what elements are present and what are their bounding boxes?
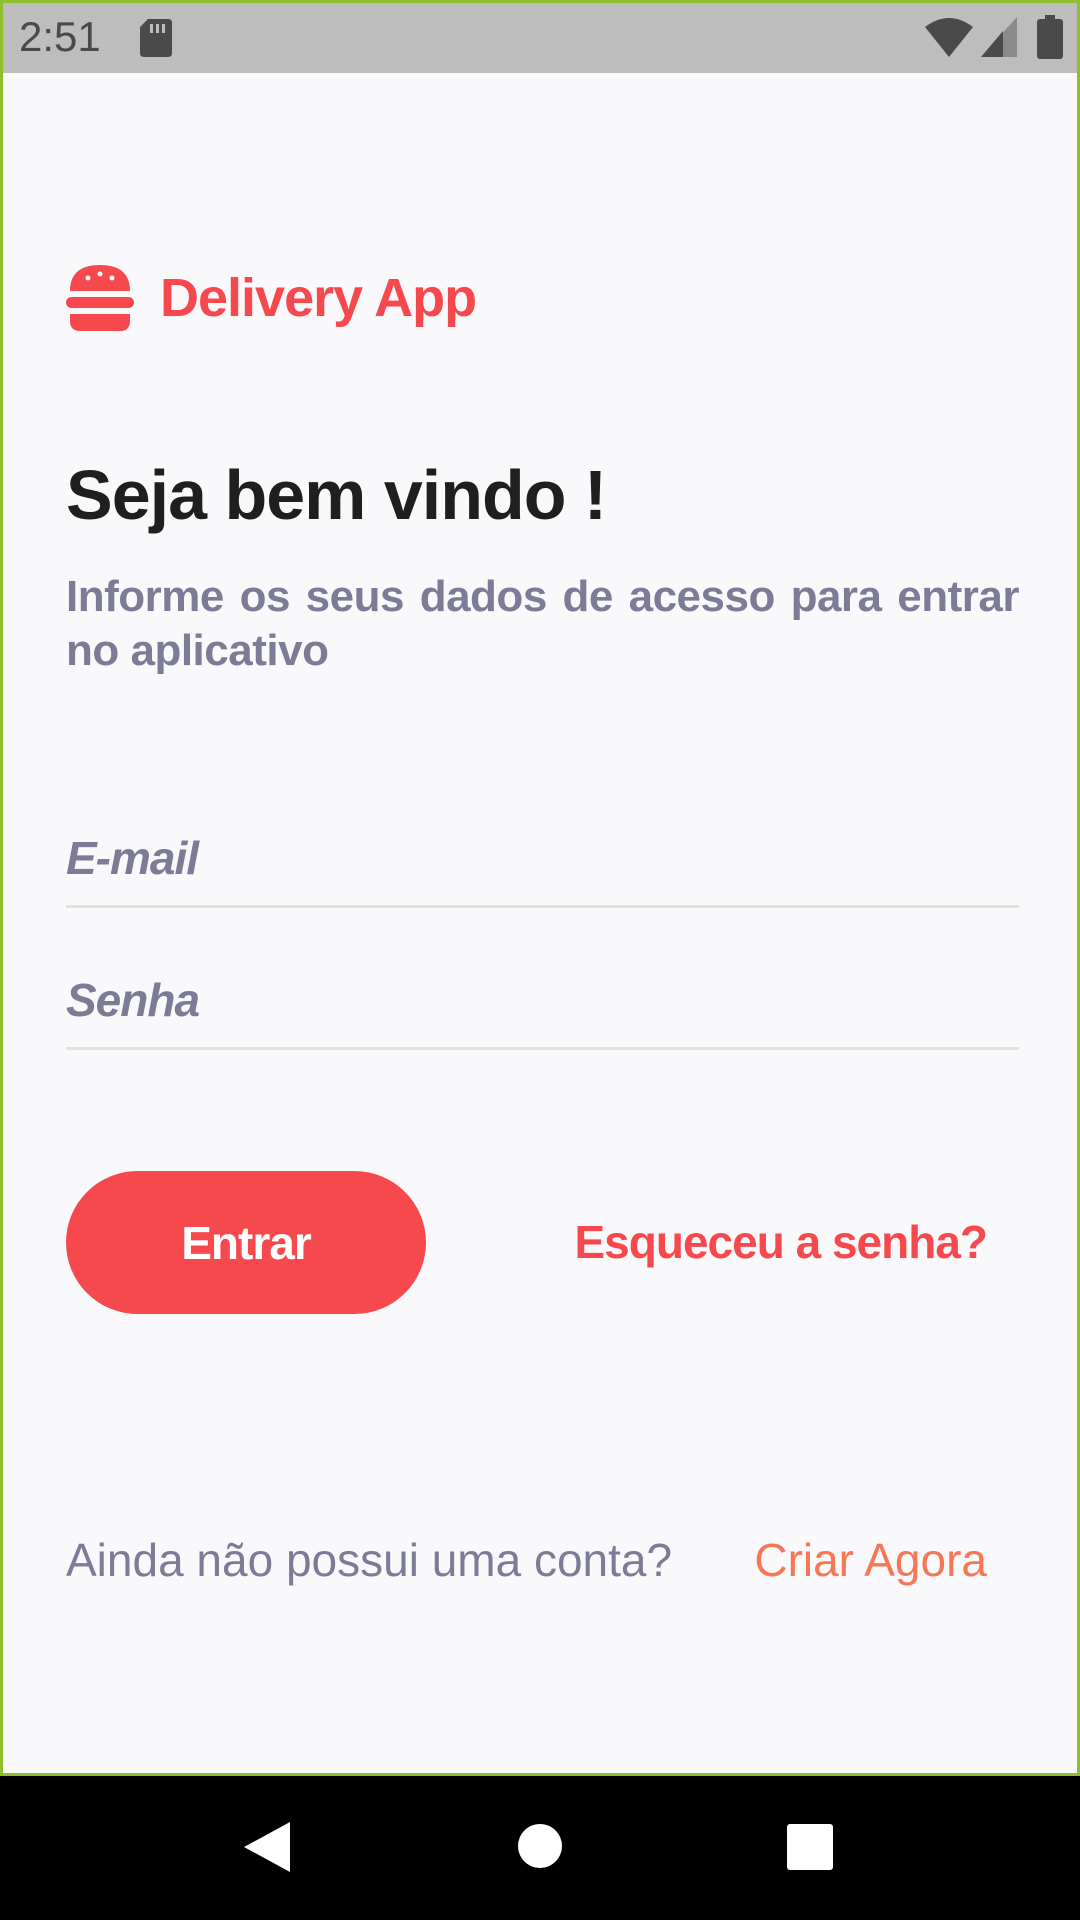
sd-card-icon (140, 19, 172, 57)
page-subtitle: Informe os seus dados de acesso para ent… (66, 572, 1020, 675)
status-time: 2:51 (19, 13, 101, 60)
page-title: Seja bem vindo ! (66, 456, 607, 534)
app-screen: 2:51 Delivery App Seja bem vindo ! Infor… (0, 0, 1080, 1776)
back-icon[interactable] (244, 1822, 290, 1872)
brand-header: Delivery App (66, 263, 477, 333)
navigation-bar (0, 1776, 1080, 1920)
wifi-icon (925, 18, 973, 57)
email-field[interactable] (66, 811, 1019, 905)
email-field-container (66, 811, 1019, 908)
login-button[interactable]: Entrar (66, 1171, 426, 1314)
burger-icon (66, 265, 134, 331)
signup-prompt: Ainda não possui uma conta? (66, 1534, 673, 1586)
home-icon[interactable] (518, 1824, 562, 1868)
status-bar: 2:51 (3, 3, 1077, 73)
password-field[interactable] (66, 953, 1019, 1047)
app-name: Delivery App (160, 268, 477, 328)
forgot-password-link[interactable]: Esqueceu a senha? (575, 1215, 988, 1269)
battery-icon (1037, 15, 1063, 59)
password-field-container (66, 953, 1019, 1050)
signal-icon (981, 17, 1017, 57)
recents-icon[interactable] (787, 1824, 833, 1870)
create-account-link[interactable]: Criar Agora (754, 1533, 987, 1587)
